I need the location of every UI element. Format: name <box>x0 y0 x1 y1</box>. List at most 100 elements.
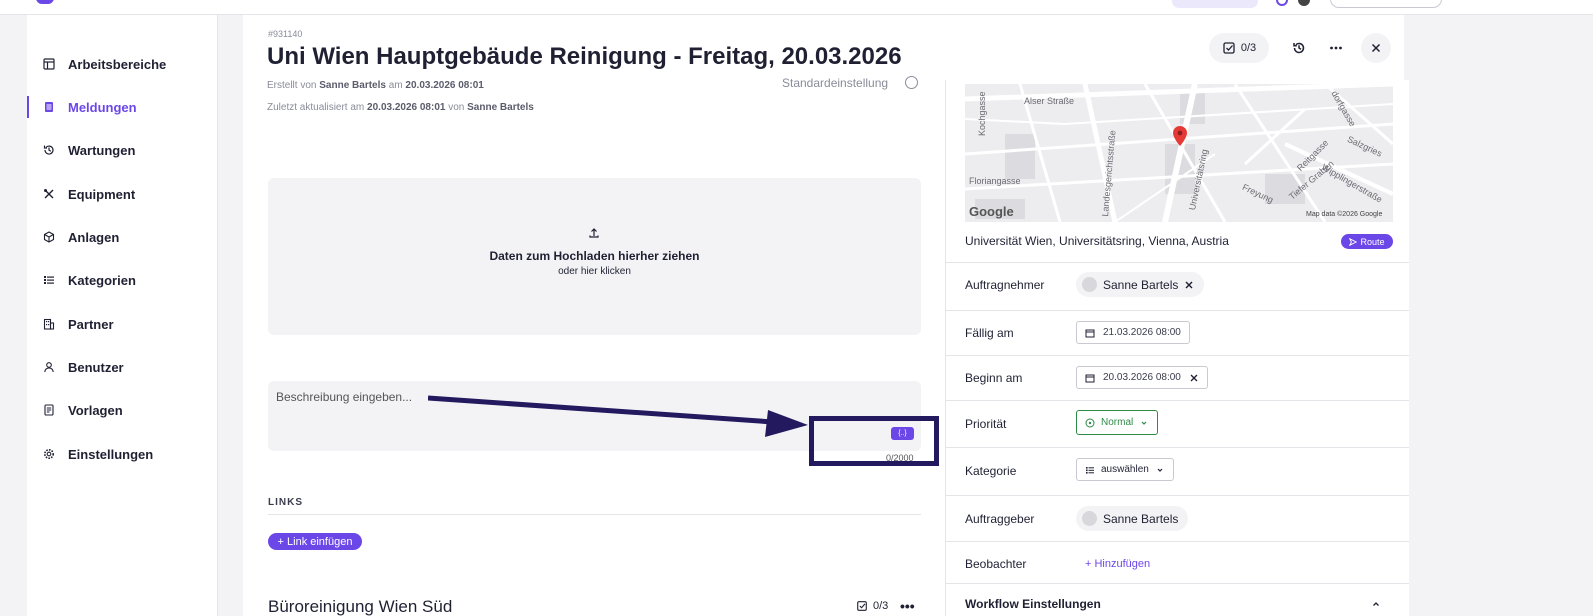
clear-icon[interactable] <box>1189 373 1199 383</box>
navigation-icon <box>1349 237 1358 246</box>
sidebar-item-equipment[interactable]: Equipment <box>27 174 218 214</box>
sidebar-item-vorlagen[interactable]: Vorlagen <box>27 390 218 430</box>
eye-icon[interactable] <box>905 76 918 89</box>
sidebar-item-label: Kategorien <box>68 272 136 288</box>
add-watcher-button[interactable]: + Hinzufügen <box>1085 558 1150 570</box>
chevron-down-icon <box>1141 421 1147 425</box>
ticket-id: #931140 <box>268 29 303 39</box>
annotation-arrow-icon <box>428 395 808 437</box>
divider <box>946 495 1409 496</box>
created-info: Erstellt von Sanne Bartels am 20.03.2026… <box>267 80 484 91</box>
subtask-checklist-count: 0/3 <box>873 600 889 612</box>
checklist-count: 0/3 <box>1240 42 1257 54</box>
links-heading: LINKS <box>268 497 303 508</box>
sidebar-item-label: Einstellungen <box>68 446 154 462</box>
sidebar-item-partner[interactable]: Partner <box>27 304 218 344</box>
subtask-more-icon[interactable]: ••• <box>900 598 915 614</box>
chevron-up-icon[interactable] <box>1371 599 1381 609</box>
sidebar-item-wartungen[interactable]: Wartungen <box>27 130 218 170</box>
sidebar-item-benutzer[interactable]: Benutzer <box>27 347 218 387</box>
upload-icon <box>589 228 599 238</box>
sidebar-item-einstellungen[interactable]: Einstellungen <box>27 434 218 474</box>
updated-info: Zuletzt aktualisiert am 20.03.2026 08:01… <box>267 102 534 113</box>
list-icon <box>43 274 55 286</box>
calendar-icon <box>1085 374 1095 382</box>
calendar-icon <box>1085 329 1095 337</box>
start-date-label: Beginn am <box>965 371 1023 385</box>
divider <box>946 310 1409 311</box>
sidebar-item-label: Benutzer <box>68 359 124 375</box>
close-icon <box>1371 43 1381 53</box>
category-select[interactable]: auswählen <box>1076 458 1174 481</box>
workspace-icon <box>43 58 55 70</box>
close-button[interactable] <box>1361 33 1391 63</box>
subtask-title[interactable]: Büroreinigung Wien Süd <box>268 597 452 616</box>
created-at: 20.03.2026 08:01 <box>405 80 484 91</box>
page-title: Uni Wien Hauptgebäude Reinigung - Freita… <box>267 43 902 70</box>
sidebar-item-kategorien[interactable]: Kategorien <box>27 260 218 300</box>
sidebar-item-label: Wartungen <box>68 142 136 158</box>
more-icon <box>1330 46 1342 50</box>
standard-setting-label[interactable]: Standardeinstellung <box>782 76 888 90</box>
client-chip[interactable]: Sanne Bartels <box>1076 506 1189 531</box>
top-pill-button[interactable] <box>1172 0 1258 8</box>
updated-by: Sanne Bartels <box>467 102 534 113</box>
add-link-button[interactable]: + Link einfügen <box>268 533 362 550</box>
sidebar-item-label: Equipment <box>68 186 136 202</box>
sidebar-item-label: Arbeitsbereiche <box>68 56 167 72</box>
priority-label: Priorität <box>965 417 1007 431</box>
building-icon <box>43 318 55 330</box>
user-icon <box>43 361 55 373</box>
map-attribution: Map data ©2026 Google <box>1306 211 1383 218</box>
divider <box>946 400 1409 401</box>
tools-icon <box>43 188 55 200</box>
divider <box>946 583 1409 584</box>
watchers-label: Beobachter <box>965 557 1027 571</box>
location-address: Universität Wien, Universitätsring, Vien… <box>965 234 1229 248</box>
document-icon <box>43 101 55 113</box>
sidebar-item-label: Anlagen <box>68 229 120 245</box>
assignee-chip[interactable]: Sanne Bartels <box>1076 272 1205 297</box>
avatar <box>1082 511 1097 526</box>
assignee-label: Auftragnehmer <box>965 278 1045 292</box>
checklist-counter-button[interactable]: 0/3 <box>1209 33 1269 63</box>
app-logo[interactable] <box>36 0 54 4</box>
divider <box>946 541 1409 542</box>
status-icon[interactable] <box>1276 0 1288 6</box>
cube-icon <box>43 231 55 243</box>
sidebar: Arbeitsbereiche Meldungen Wartungen Equi… <box>27 15 218 616</box>
top-bar <box>0 0 1593 15</box>
created-by: Sanne Bartels <box>319 80 386 91</box>
chevron-down-icon <box>1157 468 1163 472</box>
list-icon <box>1086 466 1094 474</box>
remove-icon[interactable] <box>1184 280 1194 290</box>
divider <box>946 355 1409 356</box>
sidebar-item-anlagen[interactable]: Anlagen <box>27 217 218 257</box>
category-label: Kategorie <box>965 464 1017 478</box>
notification-icon[interactable] <box>1298 0 1310 6</box>
sidebar-item-arbeitsbereiche[interactable]: Arbeitsbereiche <box>27 44 218 84</box>
top-search-input[interactable] <box>1330 0 1442 8</box>
workflow-settings-header[interactable]: Workflow Einstellungen <box>965 597 1101 611</box>
due-date-picker[interactable]: 21.03.2026 08:00 <box>1076 321 1190 344</box>
client-label: Auftraggeber <box>965 512 1035 526</box>
divider <box>268 514 921 515</box>
updated-at: 20.03.2026 08:01 <box>367 102 446 113</box>
checkbox-icon <box>1223 42 1235 54</box>
sidebar-item-label: Partner <box>68 316 114 332</box>
priority-select[interactable]: Normal <box>1076 410 1159 435</box>
annotation-highlight-box <box>809 416 939 466</box>
google-logo: Google <box>969 204 1014 219</box>
history-button[interactable] <box>1284 33 1314 63</box>
sidebar-item-meldungen[interactable]: Meldungen <box>27 87 218 127</box>
file-upload-dropzone[interactable]: Daten zum Hochladen hierher ziehen oder … <box>268 178 921 335</box>
route-button[interactable]: Route <box>1341 234 1393 249</box>
start-date-picker[interactable]: 20.03.2026 08:00 <box>1076 366 1208 389</box>
upload-subtitle: oder hier klicken <box>558 266 631 277</box>
sidebar-item-label: Meldungen <box>68 99 137 115</box>
more-options-button[interactable] <box>1321 33 1351 63</box>
priority-icon <box>1085 418 1095 427</box>
subtask-checklist-counter[interactable]: 0/3 <box>856 600 888 612</box>
location-map[interactable]: Alser Straße Kochgasse Landesgerichtsstr… <box>965 84 1393 222</box>
checkbox-icon <box>857 601 867 611</box>
